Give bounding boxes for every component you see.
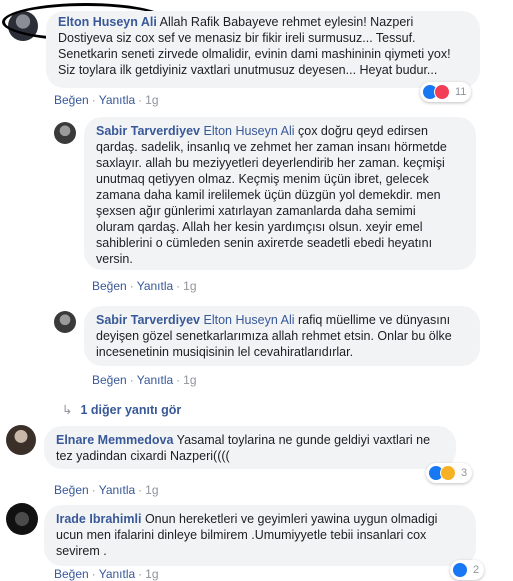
comment-text: Dostiyeva siz cox sef ve menasiz bir fik… [58,31,416,45]
reply-link[interactable]: Yanıtla [137,279,173,293]
reply-text: oluram qardaş. Allah her kesin yardımçıs… [96,220,423,234]
timestamp[interactable]: 1g [145,483,158,497]
reply-text: sahiblerini o cümleden senin axirетde se… [96,236,433,250]
reply-text: saxlayır. allah bu meziyyetleri deyerlen… [96,156,445,170]
reply-bubble: Sabir Tarverdiyev Elton Huseyn Ali çox d… [84,117,476,270]
comment-bubble: Elnare Memmedova Yasamal toylarina ne gu… [44,426,456,469]
comment-text: Senetkarin seneti zirvede olmalidir, evi… [58,47,451,61]
comment-line: Elton Huseyn Ali Allah Rafik Babayeve re… [58,14,468,30]
reply-text: rafiq müellime ve dünyasını [298,313,451,327]
comment-actions: Beğen · Yanıtla · 1g [54,93,159,107]
reply-actions: Beğen · Yanıtla · 1g [92,279,197,293]
reply-link[interactable]: Yanıtla [99,483,135,497]
haha-reaction-icon [440,465,456,481]
reply-link[interactable]: Yanıtla [99,93,135,107]
reply-link[interactable]: Yanıtla [99,567,135,581]
avatar[interactable] [54,311,76,333]
reply-author[interactable]: Sabir Tarverdiyev [96,313,200,327]
comment-bubble: Elton Huseyn Ali Allah Rafik Babayeve re… [46,11,480,88]
reply-text: incesenetinin musiqisinin lel cevahiratl… [96,345,354,359]
comment-text: Allah Rafik Babayeve rehmet eylesin! Naz… [159,15,414,29]
view-more-replies[interactable]: ↳ 1 diğer yanıtı gör [62,402,181,417]
reply-arrow-icon: ↳ [62,403,73,417]
timestamp[interactable]: 1g [183,373,196,387]
comment-text: Onun hereketleri ve geyimleri yawina uyg… [144,512,438,526]
avatar[interactable] [6,425,36,455]
comment-text: Siz toylara ilk getdiyiniz vaxtlari unut… [58,63,438,77]
comment-actions: Beğen · Yanıtla · 1g [54,567,159,581]
reply-text: unutmaq qetiyyen olmaz. Keçmiş menim üçü… [96,172,429,186]
mention-tag[interactable]: Elton Huseyn Ali [203,124,294,138]
reaction-summary[interactable]: 3 [426,463,473,483]
view-more-replies-label[interactable]: 1 diğer yanıtı gör [80,403,181,417]
timestamp[interactable]: 1g [183,279,196,293]
timestamp[interactable]: 1g [145,93,158,107]
reaction-count: 3 [461,467,468,479]
avatar[interactable] [54,122,76,144]
reply-text: deyişen gözel senetkarlarımıza allah reh… [96,329,452,343]
reply-actions: Beğen · Yanıtla · 1g [92,373,197,387]
like-link[interactable]: Beğen [54,483,89,497]
comment-text: Yasamal toylarina ne gunde geldiyi vaxtl… [176,433,431,447]
avatar[interactable] [6,503,38,535]
like-link[interactable]: Beğen [92,373,127,387]
comment-author[interactable]: Irade Ibrahimli [56,512,141,526]
reply-text: şexsen ağır günlerimi xatırlayan zamanla… [96,204,416,218]
reply-text: qardaş. sadelik, insanlıq ve zehmet her … [96,140,447,154]
like-reaction-icon [452,562,468,578]
reaction-count: 2 [473,564,480,576]
mention-tag[interactable]: Elton Huseyn Ali [203,313,294,327]
reply-link[interactable]: Yanıtla [137,373,173,387]
timestamp[interactable]: 1g [145,567,158,581]
comment-text: sevirem . [56,544,107,558]
reply-author[interactable]: Sabir Tarverdiyev [96,124,200,138]
like-link[interactable]: Beğen [54,93,89,107]
like-link[interactable]: Beğen [54,567,89,581]
comment-text: ucun men ifalarini dinleye bilmirem .Umu… [56,528,427,542]
comment-bubble: Irade Ibrahimli Onun hereketleri ve geyi… [44,505,476,566]
reply-text: çox doğru qeyd edirsen [298,124,428,138]
comment-author[interactable]: Elton Huseyn Ali [58,15,157,29]
comment-author[interactable]: Elnare Memmedova [56,433,173,447]
like-link[interactable]: Beğen [92,279,127,293]
comment-line: Irade Ibrahimli Onun hereketleri ve geyi… [56,511,464,527]
reply-text: versin. [96,252,133,266]
reply-line: Sabir Tarverdiyev Elton Huseyn Ali rafiq… [96,312,468,328]
reply-text: zamana daha kamil irelilemek üçün düzgün… [96,188,441,202]
comment-line: Elnare Memmedova Yasamal toylarina ne gu… [56,432,444,448]
comment-text: tez yadindan cixardi Nazperi(((( [56,449,230,463]
reply-line: Sabir Tarverdiyev Elton Huseyn Ali çox d… [96,123,464,139]
love-reaction-icon [434,84,450,100]
reply-bubble: Sabir Tarverdiyev Elton Huseyn Ali rafiq… [84,306,480,366]
reaction-count: 11 [455,86,467,98]
comment-actions: Beğen · Yanıtla · 1g [54,483,159,497]
reaction-summary[interactable]: 2 [450,560,485,580]
reaction-summary[interactable]: 11 [420,82,472,102]
